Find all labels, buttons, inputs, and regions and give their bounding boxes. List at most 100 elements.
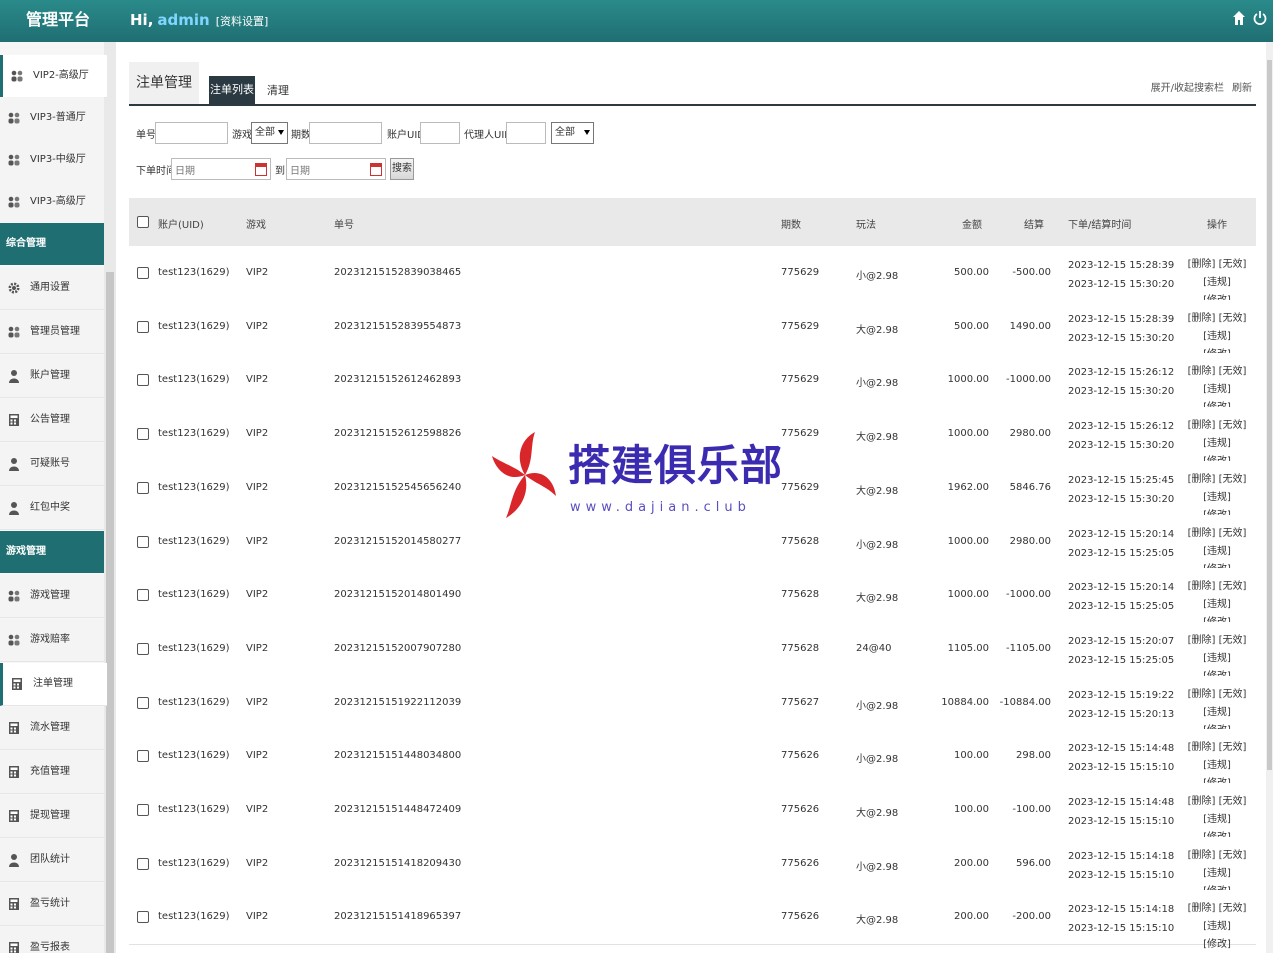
sidebar-item[interactable]: 游戏管理: [0, 575, 104, 618]
sidebar-item[interactable]: 管理员管理: [0, 311, 104, 354]
violation-link[interactable]: [违规]: [1203, 438, 1231, 449]
delete-link[interactable]: [删除]: [1188, 259, 1216, 270]
invalidate-link[interactable]: [无效]: [1219, 689, 1247, 700]
username[interactable]: admin: [157, 11, 209, 29]
agent-uid-input[interactable]: [506, 122, 546, 144]
violation-link[interactable]: [违规]: [1203, 814, 1231, 825]
delete-link[interactable]: [删除]: [1188, 903, 1216, 914]
sidebar-item[interactable]: 盈亏统计: [0, 883, 104, 926]
invalidate-link[interactable]: [无效]: [1219, 313, 1247, 324]
profile-settings-link[interactable]: [资料设置]: [216, 15, 269, 28]
delete-link[interactable]: [删除]: [1188, 635, 1216, 646]
table-row[interactable]: test123(1629) VIP2 20231215152612462893 …: [129, 353, 1256, 413]
sidebar-item[interactable]: 可疑账号: [0, 443, 104, 486]
delete-link[interactable]: [删除]: [1188, 689, 1216, 700]
sidebar-item[interactable]: 盈亏报表: [0, 927, 104, 953]
violation-link[interactable]: [违规]: [1203, 277, 1231, 288]
violation-link[interactable]: [违规]: [1203, 868, 1231, 879]
violation-link[interactable]: [违规]: [1203, 653, 1231, 664]
sidebar-item[interactable]: 通用设置: [0, 267, 104, 310]
sidebar-scroll-thumb[interactable]: [106, 272, 114, 953]
row-checkbox[interactable]: [137, 857, 149, 870]
type-select[interactable]: 全部: [551, 122, 594, 144]
row-checkbox[interactable]: [137, 642, 149, 655]
row-checkbox[interactable]: [137, 428, 149, 441]
row-checkbox[interactable]: [137, 804, 149, 816]
violation-link[interactable]: [违规]: [1203, 921, 1231, 932]
power-icon[interactable]: [1253, 10, 1267, 26]
sidebar-item[interactable]: 账户管理: [0, 355, 104, 398]
sidebar-item[interactable]: 游戏赔率: [0, 619, 104, 662]
violation-link[interactable]: [违规]: [1203, 707, 1231, 718]
search-button[interactable]: 搜索: [390, 158, 414, 180]
page-scroll-thumb[interactable]: [1267, 60, 1272, 770]
row-checkbox[interactable]: [137, 589, 149, 602]
delete-link[interactable]: [删除]: [1188, 366, 1216, 377]
invalidate-link[interactable]: [无效]: [1219, 850, 1247, 861]
table-row[interactable]: test123(1629) VIP2 20231215151448034800 …: [129, 729, 1256, 789]
sidebar-section-game[interactable]: 游戏管理: [0, 531, 104, 573]
game-select[interactable]: 全部: [251, 122, 288, 144]
violation-link[interactable]: [违规]: [1203, 760, 1231, 771]
sidebar-item[interactable]: 流水管理: [0, 707, 104, 750]
violation-link[interactable]: [违规]: [1203, 492, 1231, 503]
table-row[interactable]: test123(1629) VIP2 20231215152014801490 …: [129, 568, 1256, 628]
row-checkbox[interactable]: [137, 535, 149, 548]
violation-link[interactable]: [违规]: [1203, 546, 1231, 557]
sidebar-section-general[interactable]: 综合管理: [0, 223, 104, 265]
tab-order-list[interactable]: 注单列表: [209, 76, 255, 104]
invalidate-link[interactable]: [无效]: [1219, 581, 1247, 592]
row-checkbox[interactable]: [137, 374, 149, 387]
edit-link[interactable]: [修改]: [1203, 939, 1231, 950]
sidebar-item[interactable]: 提现管理: [0, 795, 104, 838]
violation-link[interactable]: [违规]: [1203, 331, 1231, 342]
delete-link[interactable]: [删除]: [1188, 742, 1216, 753]
invalidate-link[interactable]: [无效]: [1219, 420, 1247, 431]
sidebar-item[interactable]: 团队统计: [0, 839, 104, 882]
calendar-icon[interactable]: [255, 163, 267, 176]
sidebar-item[interactable]: VIP3-中级厅: [0, 139, 104, 182]
invalidate-link[interactable]: [无效]: [1219, 635, 1247, 646]
table-row[interactable]: test123(1629) VIP2 20231215152007907280 …: [129, 621, 1256, 682]
delete-link[interactable]: [删除]: [1188, 313, 1216, 324]
row-checkbox[interactable]: [137, 750, 149, 763]
end-date-input[interactable]: 日期: [286, 158, 386, 180]
table-row[interactable]: test123(1629) VIP2 20231215151418209430 …: [129, 836, 1256, 897]
invalidate-link[interactable]: [无效]: [1219, 474, 1247, 485]
row-checkbox[interactable]: [137, 911, 149, 924]
sidebar-item[interactable]: VIP3-普通厅: [0, 97, 104, 140]
toggle-search-link[interactable]: 展开/收起搜索栏: [1151, 83, 1224, 94]
delete-link[interactable]: [删除]: [1188, 796, 1216, 807]
uid-input[interactable]: [420, 122, 460, 144]
table-row[interactable]: test123(1629) VIP2 20231215152839038465 …: [129, 246, 1256, 306]
order-no-input[interactable]: [155, 122, 228, 144]
invalidate-link[interactable]: [无效]: [1219, 259, 1247, 270]
tab-title[interactable]: 注单管理: [129, 62, 199, 104]
refresh-link[interactable]: 刷新: [1232, 83, 1252, 94]
sidebar-item[interactable]: 公告管理: [0, 399, 104, 442]
tab-clean[interactable]: 清理: [267, 82, 289, 98]
delete-link[interactable]: [删除]: [1188, 474, 1216, 485]
sidebar-item[interactable]: 红包中奖: [0, 487, 104, 530]
calendar-icon[interactable]: [370, 163, 382, 176]
select-all-checkbox[interactable]: [137, 216, 149, 228]
violation-link[interactable]: [违规]: [1203, 599, 1231, 610]
invalidate-link[interactable]: [无效]: [1219, 528, 1247, 539]
invalidate-link[interactable]: [无效]: [1219, 366, 1247, 377]
table-row[interactable]: test123(1629) VIP2 20231215151418965397 …: [129, 890, 1256, 950]
violation-link[interactable]: [违规]: [1203, 384, 1231, 395]
row-checkbox[interactable]: [137, 481, 149, 494]
table-row[interactable]: test123(1629) VIP2 20231215151922112039 …: [129, 675, 1256, 736]
row-checkbox[interactable]: [137, 267, 149, 279]
sidebar-item[interactable]: 注单管理: [0, 663, 107, 706]
delete-link[interactable]: [删除]: [1188, 850, 1216, 861]
invalidate-link[interactable]: [无效]: [1219, 796, 1247, 807]
delete-link[interactable]: [删除]: [1188, 420, 1216, 431]
period-input[interactable]: [309, 122, 382, 144]
delete-link[interactable]: [删除]: [1188, 581, 1216, 592]
invalidate-link[interactable]: [无效]: [1219, 903, 1247, 914]
start-date-input[interactable]: 日期: [171, 158, 271, 180]
row-checkbox[interactable]: [137, 696, 149, 709]
delete-link[interactable]: [删除]: [1188, 528, 1216, 539]
table-row[interactable]: test123(1629) VIP2 20231215151448472409 …: [129, 783, 1256, 843]
